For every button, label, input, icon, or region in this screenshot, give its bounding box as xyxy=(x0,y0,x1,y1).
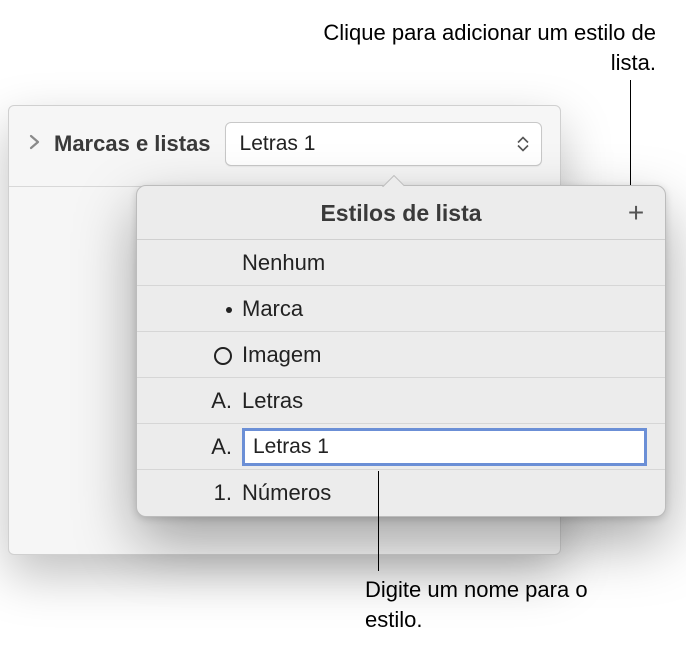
section-label: Marcas e listas xyxy=(54,131,211,157)
callout-type-name: Digite um nome para o estilo. xyxy=(365,575,605,634)
item-label: Números xyxy=(242,480,331,506)
styles-list: . Nenhum Marca Imagem A. Letras A. 1. Nú… xyxy=(137,240,665,516)
item-prefix: 1. xyxy=(197,480,232,506)
list-style-item-letters[interactable]: A. Letras xyxy=(137,378,665,424)
popover-title: Estilos de lista xyxy=(320,200,481,226)
list-style-item-none[interactable]: . Nenhum xyxy=(137,240,665,286)
item-label: Nenhum xyxy=(242,250,325,276)
popover-header: Estilos de lista + xyxy=(137,186,665,240)
list-styles-popover: Estilos de lista + . Nenhum Marca Imagem… xyxy=(136,185,666,517)
updown-stepper-icon xyxy=(517,137,529,152)
style-name-input[interactable] xyxy=(242,428,647,466)
list-style-item-letters-1-editing[interactable]: A. xyxy=(137,424,665,470)
image-bullet-icon xyxy=(197,342,232,368)
bullet-icon xyxy=(197,296,232,322)
add-list-style-button[interactable]: + xyxy=(621,198,651,228)
disclosure-chevron-icon[interactable] xyxy=(29,134,40,155)
rename-field-wrap xyxy=(242,428,647,466)
item-prefix: A. xyxy=(197,388,232,414)
list-style-item-image[interactable]: Imagem xyxy=(137,332,665,378)
list-style-dropdown[interactable]: Letras 1 xyxy=(225,122,542,166)
item-label: Letras xyxy=(242,388,303,414)
list-style-item-bullet[interactable]: Marca xyxy=(137,286,665,332)
plus-icon: + xyxy=(628,197,644,229)
list-style-item-numbers[interactable]: 1. Números xyxy=(137,470,665,516)
item-label: Imagem xyxy=(242,342,321,368)
item-prefix: . xyxy=(197,250,232,276)
dropdown-value: Letras 1 xyxy=(240,132,316,156)
callout-text: Clique para adicionar um estilo de lista… xyxy=(323,20,656,75)
section-row-bullets-lists: Marcas e listas Letras 1 xyxy=(9,106,560,180)
item-prefix: A. xyxy=(197,434,232,460)
callout-text: Digite um nome para o estilo. xyxy=(365,577,588,632)
callout-line-bottom xyxy=(378,471,379,571)
item-label: Marca xyxy=(242,296,303,322)
callout-add-style: Clique para adicionar um estilo de lista… xyxy=(296,18,656,77)
